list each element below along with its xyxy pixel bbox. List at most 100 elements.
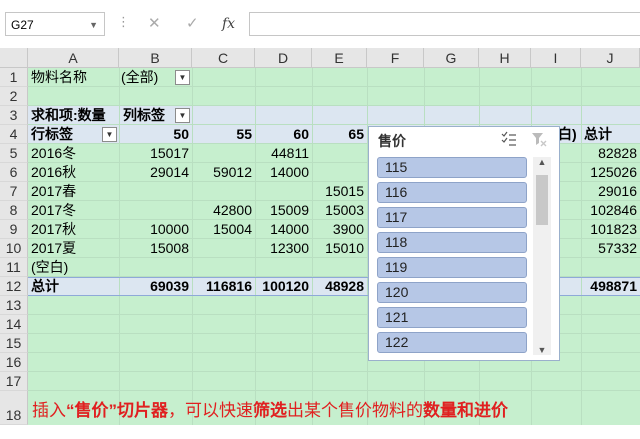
value-cell: 14000: [270, 221, 309, 237]
grand-total-cell: 69039: [150, 278, 189, 294]
column-header-e[interactable]: E: [312, 48, 367, 68]
scroll-up-icon[interactable]: ▲: [533, 157, 551, 167]
slicer-item[interactable]: 121: [377, 307, 527, 328]
slicer-item[interactable]: 115: [377, 157, 527, 178]
pivot-values-label: 求和项:数量: [31, 107, 106, 123]
value-cell: 15015: [325, 183, 364, 199]
value-cell: 15003: [325, 202, 364, 218]
grid-row: [28, 106, 640, 125]
row-label: 2016秋: [31, 164, 77, 180]
row-header-12[interactable]: 12: [0, 277, 28, 296]
value-cell: [312, 163, 364, 182]
total-cell: 82828: [598, 145, 637, 161]
clear-filter-icon[interactable]: [531, 131, 547, 147]
column-header-j[interactable]: J: [581, 48, 640, 68]
slicer-item[interactable]: 122: [377, 332, 527, 353]
pivot-column-labels: 列标签: [123, 107, 165, 123]
total-cell: 102846: [590, 202, 637, 218]
multi-select-icon[interactable]: [501, 131, 517, 147]
total-cell: 125026: [590, 164, 637, 180]
slicer-scrollbar[interactable]: ▲ ▼: [533, 157, 551, 355]
value-cell: 15009: [270, 202, 309, 218]
grid-row: [28, 372, 640, 391]
slicer-item[interactable]: 117: [377, 207, 527, 228]
row-label: 2017夏: [31, 240, 77, 256]
formula-input[interactable]: [249, 12, 640, 36]
pivot-filter-value: (全部): [121, 69, 159, 85]
price-slicer[interactable]: 售价 115 116 117 118 119 120 121 122 ▲ ▼: [368, 126, 560, 361]
grid-row: [28, 68, 640, 87]
name-box[interactable]: G27 ▼: [5, 12, 105, 36]
row-header-1[interactable]: 1: [0, 68, 28, 87]
row-header-9[interactable]: 9: [0, 220, 28, 239]
column-header-g[interactable]: G: [424, 48, 479, 68]
row-header-17[interactable]: 17: [0, 372, 28, 391]
column-header-b[interactable]: B: [119, 48, 192, 68]
value-cell: 42800: [213, 202, 252, 218]
column-header-a[interactable]: A: [28, 48, 119, 68]
slicer-item[interactable]: 120: [377, 282, 527, 303]
row-header-8[interactable]: 8: [0, 201, 28, 220]
enter-icon[interactable]: ✓: [186, 12, 199, 36]
row-label: 2017春: [31, 183, 77, 199]
insert-function-icon[interactable]: fx: [222, 12, 235, 36]
column-header-h[interactable]: H: [479, 48, 531, 68]
scrollbar-thumb[interactable]: [536, 175, 548, 225]
row-header-4[interactable]: 4: [0, 125, 28, 144]
column-header-f[interactable]: F: [367, 48, 424, 68]
row-header-18[interactable]: 18: [0, 391, 28, 425]
column-header-d[interactable]: D: [255, 48, 312, 68]
row-header-11[interactable]: 11: [0, 258, 28, 277]
row-label: 2017冬: [31, 202, 77, 218]
total-cell: 29016: [598, 183, 637, 199]
row-labels-dropdown-icon[interactable]: ▼: [102, 127, 117, 142]
col-header-60: 60: [293, 126, 309, 142]
slicer-title: 售价: [378, 133, 406, 149]
cancel-icon[interactable]: ✕: [148, 12, 161, 36]
value-cell: [255, 182, 309, 201]
caption-text: ，可以快速: [168, 401, 253, 420]
col-header-55: 55: [236, 126, 252, 142]
value-cell: [119, 182, 189, 201]
value-cell: [192, 182, 252, 201]
caption-highlight: “售价”切片器: [66, 401, 168, 420]
annotation-caption: 插入“售价”切片器，可以快速筛选出某个售价物料的数量和进价: [32, 399, 508, 423]
total-cell: 101823: [590, 221, 637, 237]
filter-dropdown-icon[interactable]: ▼: [175, 70, 190, 85]
select-all-corner[interactable]: [0, 48, 28, 68]
total-cell: 57332: [598, 240, 637, 256]
value-cell: 29014: [150, 164, 189, 180]
row-header-3[interactable]: 3: [0, 106, 28, 125]
row-header-14[interactable]: 14: [0, 315, 28, 334]
row-header-5[interactable]: 5: [0, 144, 28, 163]
col-header-blank-partial: 白): [558, 126, 577, 142]
row-header-7[interactable]: 7: [0, 182, 28, 201]
column-header-c[interactable]: C: [192, 48, 255, 68]
row-header-2[interactable]: 2: [0, 87, 28, 106]
slicer-item[interactable]: 119: [377, 257, 527, 278]
scroll-down-icon[interactable]: ▼: [533, 345, 551, 355]
row-label: (空白): [31, 259, 69, 275]
row-header-15[interactable]: 15: [0, 334, 28, 353]
row-header-16[interactable]: 16: [0, 353, 28, 372]
column-header-i[interactable]: I: [531, 48, 581, 68]
formula-bar: G27 ▼ ⋮ ✕ ✓ fx: [0, 0, 640, 44]
grand-total-cell: 116816: [206, 278, 252, 294]
pivot-filter-label: 物料名称: [31, 69, 87, 85]
caption-text: 插入: [32, 401, 66, 420]
name-box-dropdown-icon[interactable]: ▼: [89, 13, 98, 37]
value-cell: 15010: [325, 240, 364, 256]
slicer-item[interactable]: 116: [377, 182, 527, 203]
value-cell: 59012: [213, 164, 252, 180]
row-header-10[interactable]: 10: [0, 239, 28, 258]
column-labels-dropdown-icon[interactable]: ▼: [175, 108, 190, 123]
value-cell: 15017: [150, 145, 189, 161]
slicer-item[interactable]: 118: [377, 232, 527, 253]
grid-row: [28, 87, 640, 106]
value-cell: 44811: [271, 145, 309, 161]
row-header-13[interactable]: 13: [0, 296, 28, 315]
row-header-6[interactable]: 6: [0, 163, 28, 182]
caption-text: 出某个售价物料的: [287, 401, 423, 420]
grand-total-label: 总计: [31, 278, 59, 294]
value-cell: 10000: [150, 221, 189, 237]
